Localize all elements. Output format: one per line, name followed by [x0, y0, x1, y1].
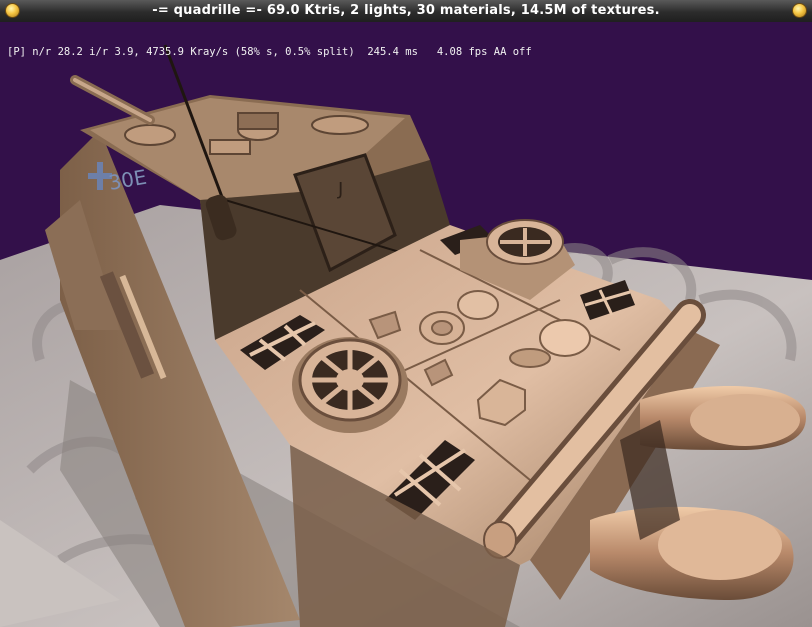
svg-text:J: J	[337, 179, 343, 200]
window-menu-icon[interactable]	[5, 3, 20, 18]
application-window: -= quadrille =- 69.0 Ktris, 2 lights, 30…	[0, 0, 812, 627]
render-viewport[interactable]: J 30E [P] n/r 28.2 i/r 3.9, 4735.9 Kray/…	[0, 22, 812, 627]
render-stats-overlay: [P] n/r 28.2 i/r 3.9, 4735.9 Kray/s (58%…	[7, 46, 532, 58]
window-close-icon[interactable]	[792, 3, 807, 18]
title-bar[interactable]: -= quadrille =- 69.0 Ktris, 2 lights, 30…	[0, 0, 812, 23]
rendered-scene: J 30E	[0, 22, 812, 627]
window-title: -= quadrille =- 69.0 Ktris, 2 lights, 30…	[152, 3, 660, 18]
